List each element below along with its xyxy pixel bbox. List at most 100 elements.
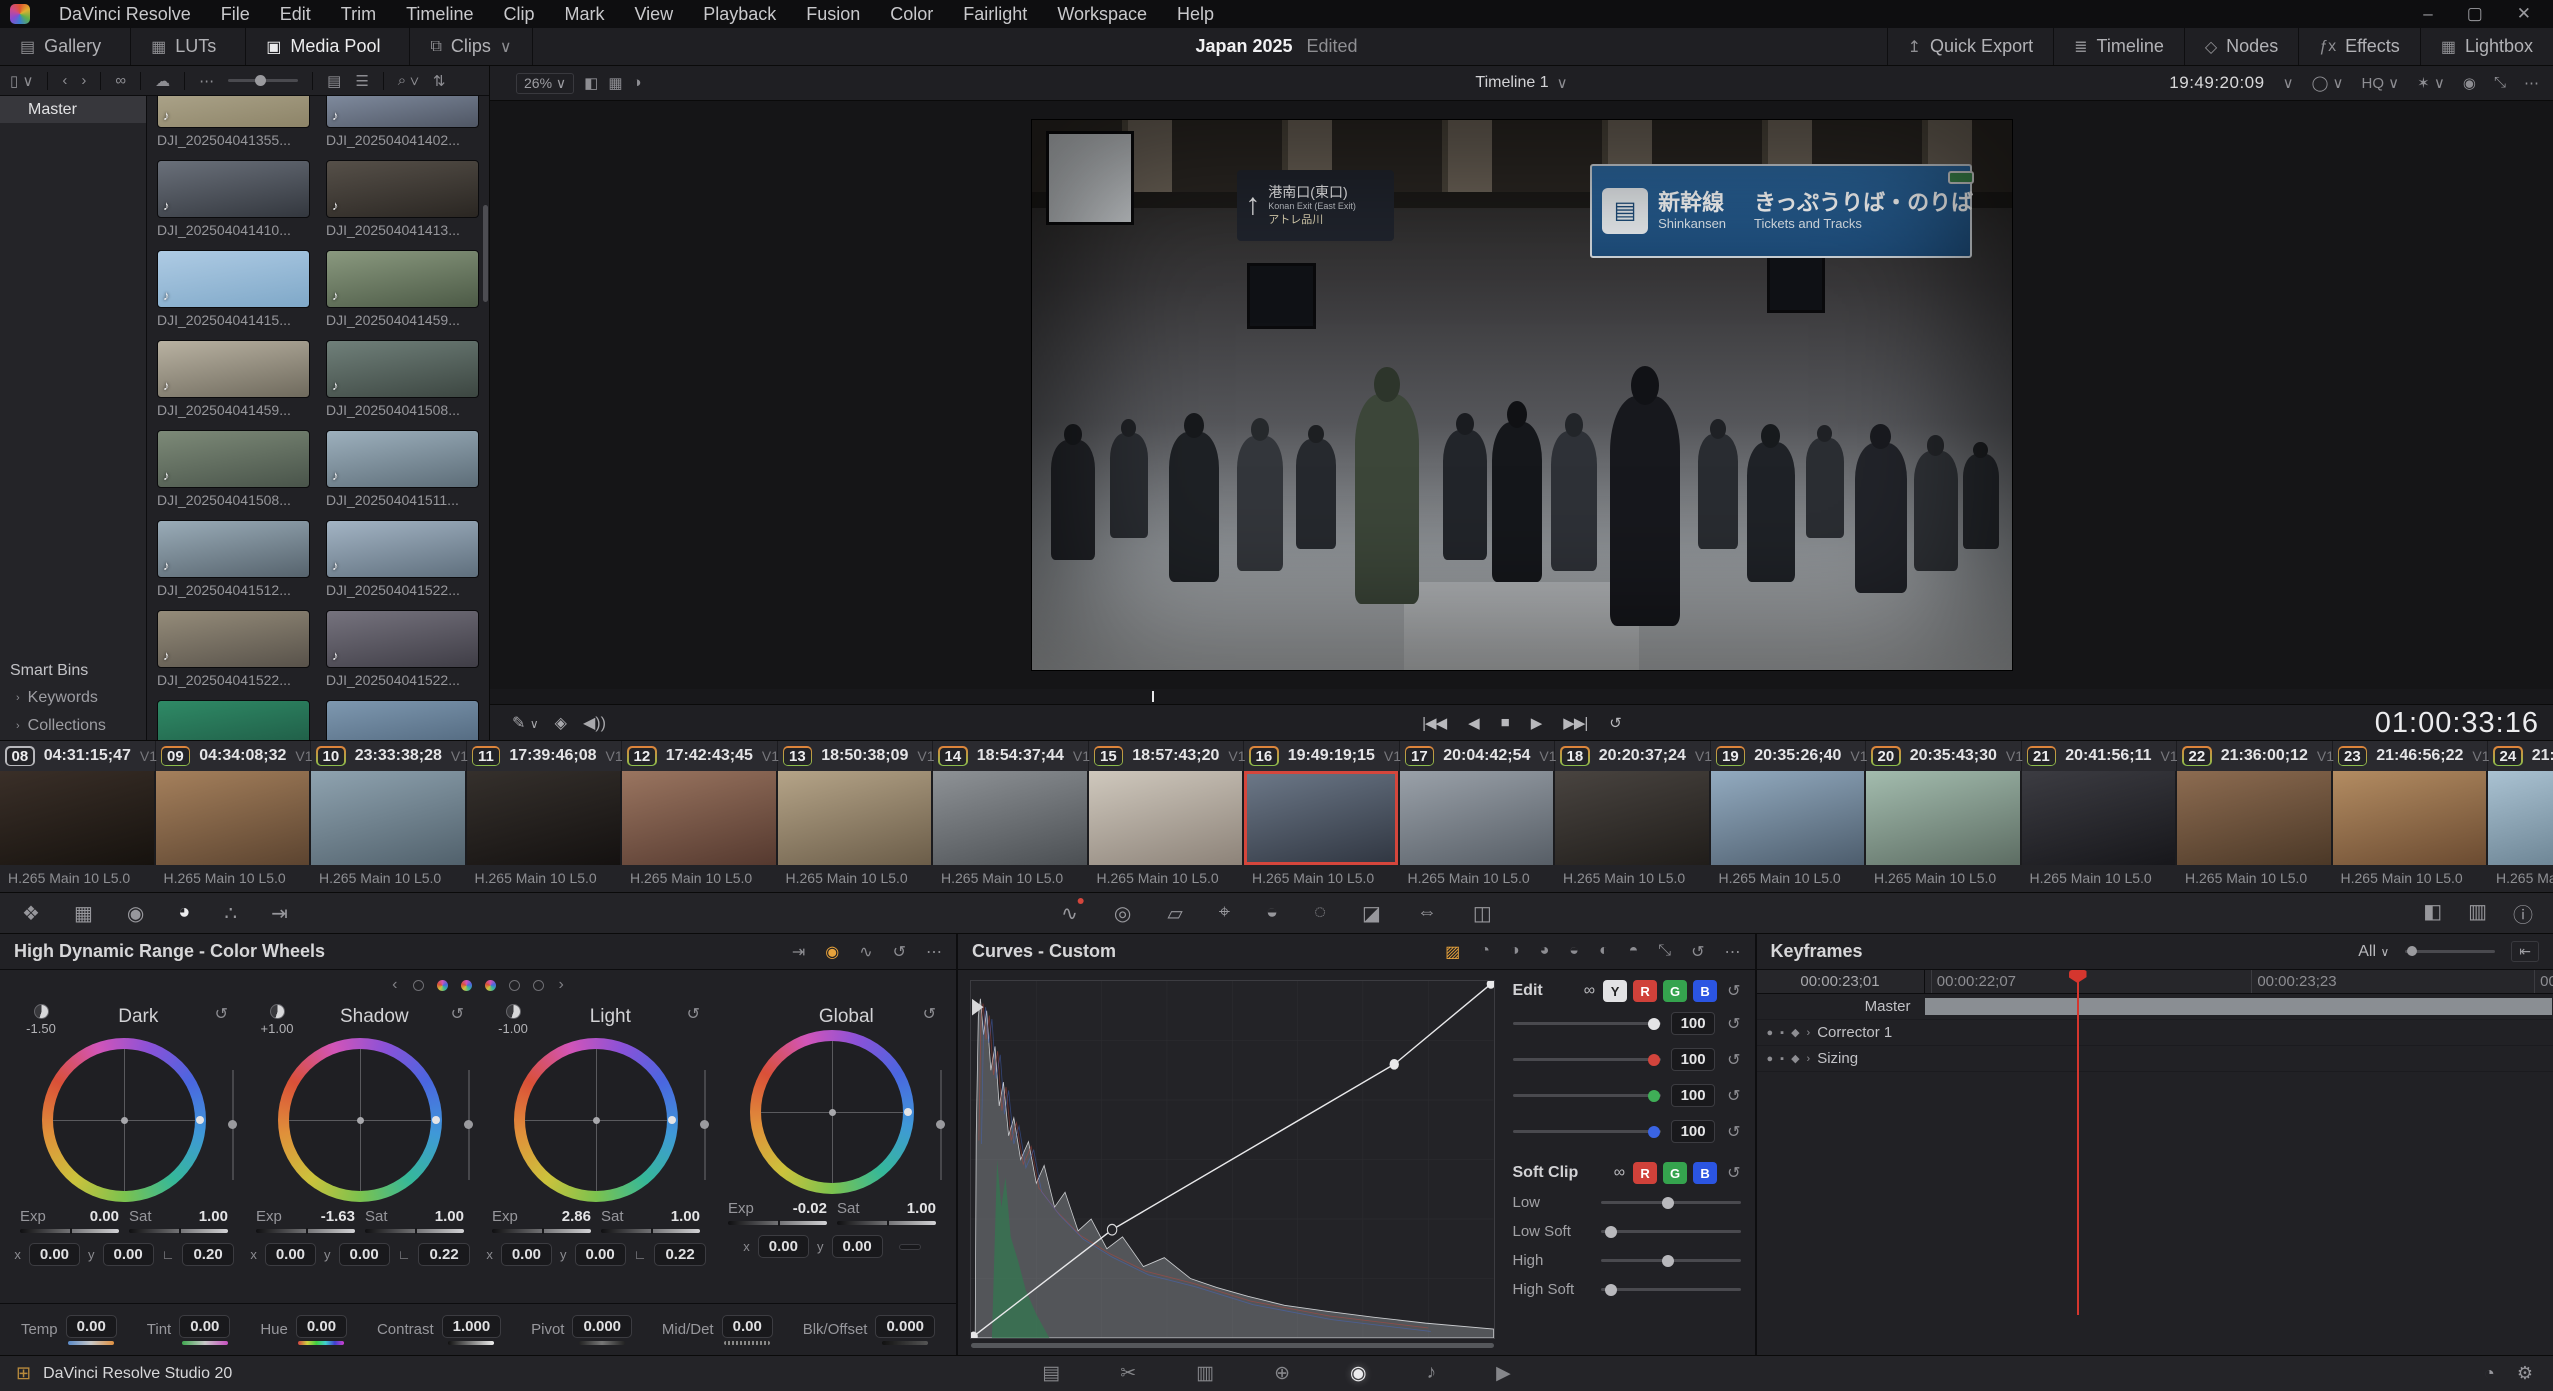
curve-mode-icon[interactable]: ▨ [1445, 942, 1460, 962]
bin-master[interactable]: Master [0, 96, 146, 123]
wipe-icon[interactable]: ◈ [555, 713, 567, 733]
soft-clip-slider[interactable] [1601, 1201, 1741, 1204]
media-clip[interactable]: ♪ [157, 700, 310, 740]
clip-info-cell[interactable]: 09 04:34:08;32 V1 [156, 741, 312, 771]
smart-bin-item[interactable]: ›Collections [0, 712, 146, 740]
search-icon[interactable]: ⌕ ∨ [398, 72, 419, 89]
clip-thumbnail[interactable] [778, 771, 932, 865]
media-clip-thumbnail[interactable]: ♪ [326, 700, 479, 740]
exposure-dial-icon[interactable] [270, 1004, 285, 1019]
page-dot[interactable] [485, 980, 496, 991]
channel-button[interactable]: G [1663, 980, 1687, 1002]
deliver-page[interactable]: ▶ [1496, 1362, 1511, 1385]
exposure-value[interactable]: -1.63 [321, 1208, 355, 1225]
curves[interactable]: ∿ [1061, 901, 1078, 926]
media-clip[interactable]: ♪ DJI_202504041413... [326, 160, 479, 238]
toolbar-button[interactable]: ▦LUTs [131, 28, 246, 65]
wheel-luma-slider[interactable] [940, 1070, 942, 1180]
track-enable-icon[interactable]: ● [1767, 1053, 1774, 1065]
transport-button[interactable]: ◀ [1468, 714, 1479, 732]
exposure-value[interactable]: -0.02 [793, 1200, 827, 1217]
channel-button[interactable]: B [1693, 1162, 1717, 1184]
magic-mask[interactable]: ◒ [1266, 901, 1278, 926]
toolbar-button[interactable]: ◇Nodes [2184, 28, 2298, 65]
wheel-y-value[interactable]: 0.00 [339, 1243, 390, 1266]
minimize-button[interactable]: – [2423, 4, 2432, 24]
page-dot[interactable] [509, 980, 520, 991]
back-icon[interactable]: ‹ [62, 72, 67, 89]
wheel-luma-slider[interactable] [232, 1070, 234, 1180]
thumbnail-size-slider[interactable] [228, 79, 298, 82]
menu-item[interactable]: Fairlight [948, 0, 1042, 28]
reset-icon[interactable]: ↺ [1727, 1014, 1740, 1034]
clip-thumbnail[interactable] [1866, 771, 2020, 865]
viewer-option-icon[interactable]: ⋯ [2524, 74, 2539, 92]
media-clip-thumbnail[interactable]: ♪ [326, 96, 479, 128]
sort-icon[interactable]: ⇅ [433, 72, 446, 90]
clip-thumbnail[interactable] [1555, 771, 1709, 865]
channel-value[interactable]: 100 [1671, 1012, 1715, 1035]
curve-mode-icon[interactable]: ↺ [1691, 942, 1704, 962]
keyframe-playhead[interactable] [2077, 970, 2079, 1315]
wheel-y-value[interactable]: 0.00 [575, 1243, 626, 1266]
settings[interactable]: ⚙ [2517, 1363, 2533, 1384]
menu-item[interactable]: Trim [326, 0, 391, 28]
hdr-wheels[interactable]: ◕ [178, 901, 190, 926]
color-wheel[interactable] [42, 1038, 206, 1202]
media-clip-thumbnail[interactable]: ♪ [326, 610, 479, 668]
media-clip-thumbnail[interactable]: ♪ [157, 250, 310, 308]
reset-icon[interactable]: ↺ [1727, 1086, 1740, 1106]
wheel-range-value[interactable]: 0.20 [182, 1243, 233, 1266]
menu-item[interactable]: View [619, 0, 688, 28]
transport-button[interactable]: ↺ [1609, 714, 1621, 732]
timeline-selector[interactable]: Timeline 1∨ [1475, 74, 1567, 92]
jog-bar[interactable] [490, 689, 2553, 704]
saturation-slider[interactable] [601, 1229, 700, 1233]
keyframe-track-row[interactable]: ● ▪ ◆ › Sizing [1757, 1046, 2553, 1072]
keyframe-icon[interactable]: ◆ [1791, 1026, 1799, 1039]
media-clip[interactable]: ♪ DJI_202504041508... [157, 430, 310, 508]
media-clip[interactable]: ♪ DJI_202504041459... [157, 340, 310, 418]
media-page[interactable]: ▤ [1042, 1362, 1060, 1385]
toolbar-button[interactable]: ▦Lightbox [2420, 28, 2553, 65]
clip-info-cell[interactable]: 10 23:33:38;28 V1 [311, 741, 467, 771]
viewer-option-icon[interactable]: ✶ ∨ [2417, 74, 2445, 92]
menu-item[interactable]: Workspace [1042, 0, 1162, 28]
curve-scroll-strip[interactable] [971, 1343, 1494, 1348]
media-clip[interactable]: ♪ DJI_202504041512... [157, 520, 310, 598]
channel-button[interactable]: R [1633, 1162, 1657, 1184]
media-clip[interactable]: ♪ DJI_202504041508... [326, 340, 479, 418]
info[interactable]: ⓘ [2513, 899, 2533, 928]
clip-info-cell[interactable]: 11 17:39:46;08 V1 [467, 741, 623, 771]
reset-icon[interactable]: ↺ [1727, 981, 1740, 1001]
smart-bin-item[interactable]: ›Keywords [0, 684, 146, 712]
clip-info-cell[interactable]: 15 18:57:43;20 V1 [1089, 741, 1245, 771]
keyframe-track-row[interactable]: ● ▪ ◆ › Corrector 1 [1757, 1020, 2553, 1046]
palette-header-icon[interactable]: ↺ [893, 942, 906, 962]
link-channels-icon[interactable]: ∞ [1614, 1164, 1625, 1182]
link-channels-icon[interactable]: ∞ [1584, 982, 1595, 1000]
audio-mute-icon[interactable]: ◀)) [583, 713, 606, 733]
channel-button[interactable]: Y [1603, 980, 1627, 1002]
list-view-icon[interactable]: ☰ [355, 72, 368, 90]
channel-value[interactable]: 100 [1671, 1120, 1715, 1143]
curve-mode-icon[interactable]: ◑ [1510, 942, 1520, 962]
media-clip[interactable]: ♪ DJI_202504041410... [157, 160, 310, 238]
prev-page-icon[interactable]: ‹ [392, 976, 397, 994]
media-clip-thumbnail[interactable]: ♪ [326, 520, 479, 578]
media-clip[interactable]: ♪ DJI_202504041511... [326, 430, 479, 508]
clip-thumbnail[interactable] [1089, 771, 1243, 865]
clip-info-cell[interactable]: 20 20:35:43;30 V1 [1866, 741, 2022, 771]
video-frame[interactable]: ↑ 港南口(東口) Konan Exit (East Exit) アトレ品川 ▤… [1032, 120, 2012, 670]
lock-icon[interactable]: ▪ [1780, 1053, 1784, 1065]
channel-slider[interactable] [1513, 1094, 1662, 1097]
transport-button[interactable]: ▶▶| [1563, 714, 1587, 732]
clip-info-cell[interactable]: 12 17:42:43;45 V1 [622, 741, 778, 771]
rgb-mixer[interactable]: ∴ [224, 901, 237, 926]
viewer-mode-icon[interactable]: ◑ [633, 74, 642, 92]
media-clip-thumbnail[interactable]: ♪ [157, 340, 310, 398]
clip-thumbnail[interactable] [156, 771, 310, 865]
cut-page[interactable]: ✂ [1120, 1362, 1136, 1385]
media-clip-thumbnail[interactable]: ♪ [326, 160, 479, 218]
curve-mode-icon[interactable]: ⋯ [1725, 942, 1741, 962]
